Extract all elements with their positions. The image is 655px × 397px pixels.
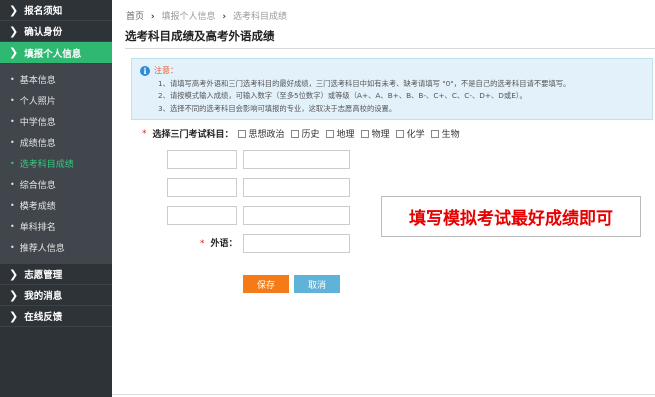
checkbox-politics[interactable]: 思想政治: [237, 127, 285, 140]
sub-nav: • 基本信息 • 个人照片 • 中学信息 • 成绩信息 • 选考科目成绩 • 综…: [0, 64, 112, 264]
sidebar: ❯ 报名须知 ❯ 确认身份 ❯ 填报个人信息 • 基本信息 • 个人照片 • 中…: [0, 0, 112, 397]
subject-2-score-input[interactable]: [243, 178, 350, 197]
sub-nav-label: 成绩信息: [19, 139, 56, 149]
breadcrumb-level1[interactable]: 填报个人信息: [161, 12, 215, 22]
bullet-icon: •: [10, 243, 15, 252]
notice-header: i 注意：: [140, 65, 644, 78]
notice-title: 注意：: [154, 66, 178, 75]
sub-nav-label: 单科排名: [19, 223, 56, 233]
chevron-right-icon: ❯: [9, 267, 19, 281]
save-button[interactable]: 保存: [243, 275, 289, 293]
nav-item-label: 报名须知: [24, 6, 63, 17]
sub-nav-photo[interactable]: • 个人照片: [0, 90, 112, 111]
bullet-icon: •: [10, 138, 15, 147]
subject-select-row: * 选择三门考试科目： 思想政治 历史 地理 物理 化学 生物: [142, 127, 466, 141]
annotation-callout: 填写模拟考试最好成绩即可: [381, 196, 641, 237]
subject-select-label: 选择三门考试科目：: [152, 130, 234, 140]
sub-nav-elective-scores[interactable]: • 选考科目成绩: [0, 153, 112, 174]
subject-1-name-field[interactable]: [167, 150, 237, 169]
checkbox-label: 历史: [301, 130, 320, 140]
breadcrumb-home[interactable]: 首页: [126, 12, 144, 22]
foreign-language-score-input[interactable]: [243, 234, 350, 253]
checkbox-chemistry[interactable]: 化学: [395, 127, 425, 140]
notice-box: i 注意： 1、请填写高考外语和三门选考科目的最好成绩，三门选考科目中如有未考、…: [131, 58, 653, 120]
bullet-icon: •: [10, 117, 15, 126]
subject-3-score-input[interactable]: [243, 206, 350, 225]
sub-nav-subject-rank[interactable]: • 单科排名: [0, 216, 112, 237]
sub-nav-school-info[interactable]: • 中学信息: [0, 111, 112, 132]
bullet-icon: •: [10, 180, 15, 189]
required-mark: *: [200, 239, 205, 249]
sub-nav-label: 个人照片: [19, 97, 56, 107]
checkbox-label: 思想政治: [248, 130, 285, 140]
chevron-right-icon: ❯: [9, 3, 19, 17]
checkbox-history[interactable]: 历史: [290, 127, 320, 140]
sub-nav-label: 中学信息: [19, 118, 56, 128]
sub-nav-referee[interactable]: • 推荐人信息: [0, 237, 112, 258]
nav-item-label: 确认身份: [24, 27, 63, 38]
foreign-language-label: * 外语：: [200, 236, 238, 249]
sub-nav-comprehensive[interactable]: • 综合信息: [0, 174, 112, 195]
chevron-right-icon: ❯: [9, 309, 19, 323]
bullet-icon: •: [10, 222, 15, 231]
nav-item-confirm-identity[interactable]: ❯ 确认身份: [0, 21, 112, 42]
breadcrumb-current: 选考科目成绩: [232, 12, 287, 22]
notice-line: 1、请填写高考外语和三门选考科目的最好成绩，三门选考科目中如有未考、缺考请填写 …: [158, 78, 571, 88]
checkbox-label: 化学: [406, 130, 425, 140]
breadcrumb: 首页 › 填报个人信息 › 选考科目成绩: [126, 9, 287, 22]
nav-item-notice[interactable]: ❯ 报名须知: [0, 0, 112, 21]
nav-item-label: 在线反馈: [24, 312, 63, 323]
subject-3-name-field[interactable]: [167, 206, 237, 225]
checkbox-geography[interactable]: 地理: [325, 127, 355, 140]
bullet-icon: •: [10, 75, 15, 84]
bullet-icon: •: [10, 201, 15, 210]
sub-nav-label: 综合信息: [19, 181, 56, 191]
chevron-right-icon: ❯: [9, 288, 19, 302]
checkbox-physics[interactable]: 物理: [360, 127, 390, 140]
nav-item-feedback[interactable]: ❯ 在线反馈: [0, 306, 112, 327]
foreign-label-text: 外语：: [210, 239, 238, 249]
sub-nav-label: 模考成绩: [19, 202, 56, 212]
checkbox-icon[interactable]: [325, 129, 334, 138]
sub-nav-label: 基本信息: [19, 76, 56, 86]
checkbox-icon[interactable]: [430, 129, 439, 138]
nav-item-label: 填报个人信息: [24, 48, 82, 60]
main-content: 首页 › 填报个人信息 › 选考科目成绩 选考科目成绩及高考外语成绩 i 注意：…: [112, 0, 655, 397]
nav-item-personal-info[interactable]: ❯ 填报个人信息: [0, 42, 112, 64]
checkbox-label: 生物: [441, 130, 460, 140]
page-title: 选考科目成绩及高考外语成绩: [125, 29, 275, 43]
nav-item-label: 我的消息: [24, 291, 63, 302]
notice-line: 2、请按模式输入成绩，可输入数字（至多5位数字）或等级（A+、A、B+、B、B-…: [158, 91, 527, 100]
divider: [112, 394, 655, 395]
sub-nav-basic-info[interactable]: • 基本信息: [0, 69, 112, 90]
sub-nav-label: 选考科目成绩: [19, 160, 74, 170]
chevron-right-icon: ❯: [9, 24, 19, 38]
checkbox-icon[interactable]: [395, 129, 404, 138]
bullet-icon: •: [10, 159, 15, 168]
nav-item-volunteer[interactable]: ❯ 志愿管理: [0, 264, 112, 285]
sub-nav-score-info[interactable]: • 成绩信息: [0, 132, 112, 153]
notice-line: 3、选择不同的选考科目会影响可填报的专业，这取决于志愿高校的设置。: [158, 103, 397, 113]
divider: [125, 48, 655, 49]
chevron-right-icon: ›: [150, 12, 155, 22]
chevron-right-icon: ❯: [9, 46, 19, 59]
nav-item-label: 志愿管理: [24, 270, 63, 281]
checkbox-biology[interactable]: 生物: [430, 127, 460, 140]
checkbox-icon[interactable]: [290, 129, 299, 138]
checkbox-icon[interactable]: [360, 129, 369, 138]
info-icon: i: [140, 66, 150, 77]
bullet-icon: •: [10, 96, 15, 105]
subject-1-score-input[interactable]: [243, 150, 350, 169]
cancel-button[interactable]: 取消: [294, 275, 340, 293]
chevron-right-icon: ›: [222, 12, 227, 22]
nav-item-messages[interactable]: ❯ 我的消息: [0, 285, 112, 306]
required-mark: *: [142, 128, 147, 139]
subject-2-name-field[interactable]: [167, 178, 237, 197]
app-layout: ❯ 报名须知 ❯ 确认身份 ❯ 填报个人信息 • 基本信息 • 个人照片 • 中…: [0, 0, 655, 397]
sub-nav-label: 推荐人信息: [19, 244, 65, 254]
checkbox-label: 物理: [371, 130, 390, 140]
checkbox-icon[interactable]: [237, 129, 246, 138]
checkbox-label: 地理: [336, 130, 355, 140]
sub-nav-mock-scores[interactable]: • 模考成绩: [0, 195, 112, 216]
